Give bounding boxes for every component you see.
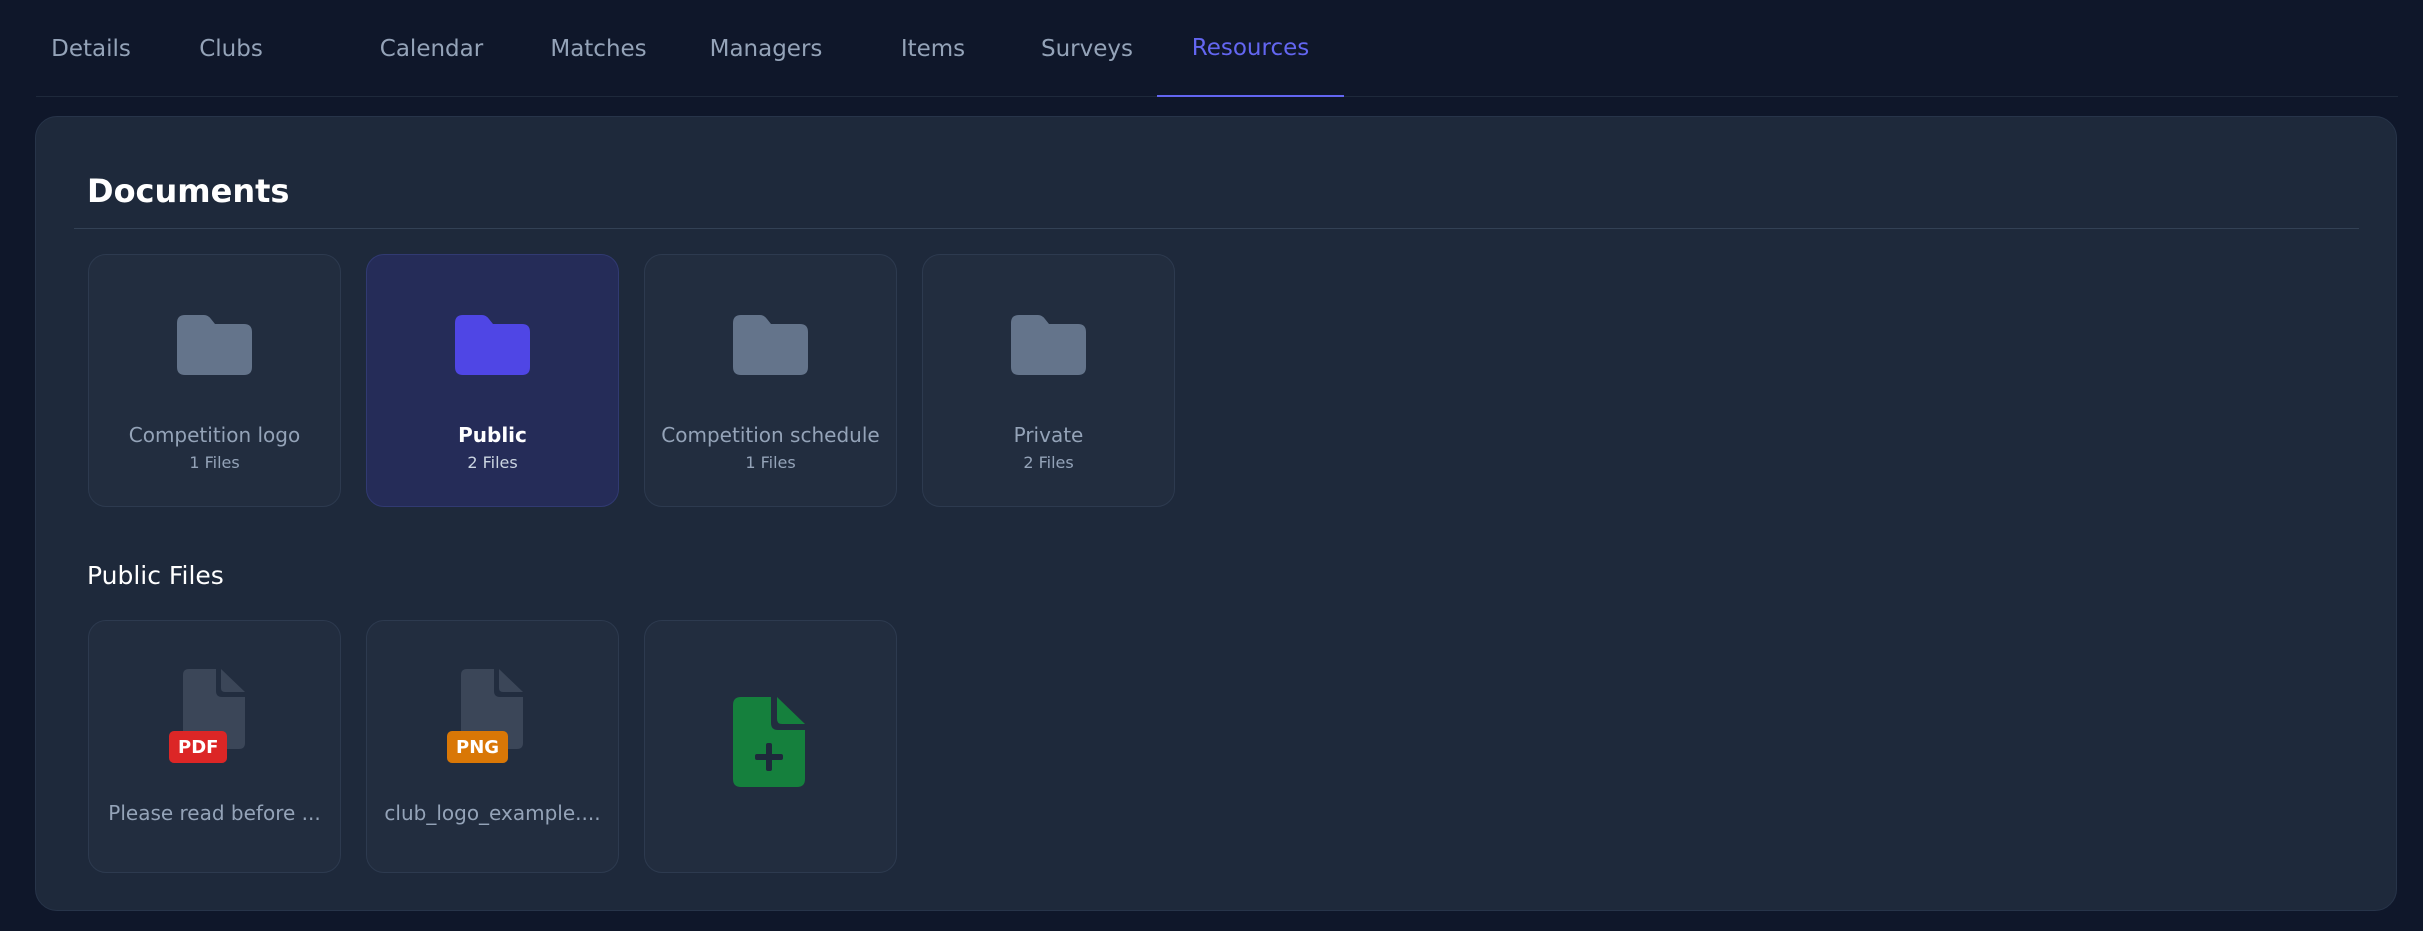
folder-name: Private xyxy=(1013,423,1084,447)
tab-calendar[interactable]: Calendar xyxy=(359,0,504,97)
tab-surveys[interactable]: Surveys xyxy=(1021,0,1153,97)
folder-file-count: 1 Files xyxy=(189,453,240,472)
file-plus-icon xyxy=(733,697,805,787)
folder-icon xyxy=(455,315,530,375)
tab-matches[interactable]: Matches xyxy=(533,0,664,97)
tab-bar: Details Clubs Calendar Matches Managers … xyxy=(36,0,2398,97)
file-type-badge: PDF xyxy=(169,731,228,763)
folder-name: Competition schedule xyxy=(661,423,880,447)
folder-icon xyxy=(733,315,808,375)
tab-resources[interactable]: Resources xyxy=(1157,0,1344,97)
folder-file-count: 2 Files xyxy=(1023,453,1074,472)
file-type-badge: PNG xyxy=(447,731,509,763)
file-card-png[interactable]: PNG club_logo_example.... xyxy=(366,620,619,873)
public-files-title: Public Files xyxy=(87,561,224,590)
folder-file-count: 1 Files xyxy=(745,453,796,472)
folder-card-competition-logo[interactable]: Competition logo 1 Files xyxy=(88,254,341,507)
add-file-button[interactable] xyxy=(644,620,897,873)
folder-card-public[interactable]: Public 2 Files xyxy=(366,254,619,507)
folder-card-competition-schedule[interactable]: Competition schedule 1 Files xyxy=(644,254,897,507)
documents-title: Documents xyxy=(87,172,290,210)
file-name: Please read before ... xyxy=(108,801,321,825)
section-divider xyxy=(74,228,2359,229)
folder-name: Public xyxy=(458,423,527,447)
file-card-pdf[interactable]: PDF Please read before ... xyxy=(88,620,341,873)
folder-file-count: 2 Files xyxy=(467,453,518,472)
tab-clubs[interactable]: Clubs xyxy=(183,0,279,97)
folder-icon xyxy=(177,315,252,375)
tab-managers[interactable]: Managers xyxy=(699,0,833,97)
folder-card-private[interactable]: Private 2 Files xyxy=(922,254,1175,507)
tab-items[interactable]: Items xyxy=(885,0,981,97)
resources-panel: Documents Competition logo 1 Files Publi… xyxy=(35,116,2397,911)
file-name: club_logo_example.... xyxy=(384,801,601,825)
tab-details[interactable]: Details xyxy=(36,0,146,97)
folder-name: Competition logo xyxy=(128,423,301,447)
folder-icon xyxy=(1011,315,1086,375)
